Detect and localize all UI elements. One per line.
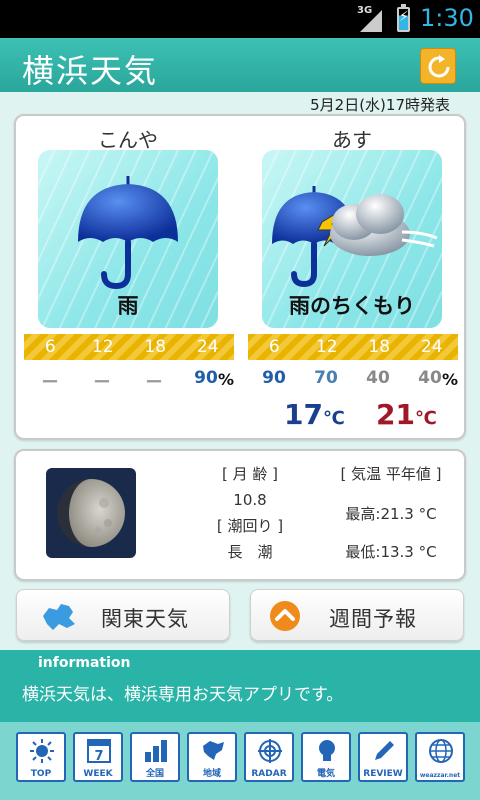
precip-value: ー [145,373,163,393]
pencil-icon [375,741,394,760]
information-heading: information [38,655,131,671]
moon-age-label: [ 月 齢 ] [221,465,278,483]
today-label: こんや [98,128,158,152]
precip-value: ー [41,373,59,393]
refresh-icon [428,55,450,78]
normal-temp-label: [ 気温 平年値 ] [340,465,442,483]
nav-top[interactable]: TOP [16,732,66,782]
today-weather-text: 雨 [117,294,139,318]
moon-age-value: 10.8 [233,491,267,509]
tomorrow-weather-card[interactable]: 雨のちくもり [262,150,442,328]
chevron-up-icon [270,601,300,631]
weekly-button-label: 週間予報 [329,607,417,631]
calendar-icon: 7 [87,739,111,764]
hour-label: 6 [268,337,280,357]
hour-label: 18 [144,337,167,357]
percent-unit: % [218,370,235,389]
moon-info-panel: [ 月 齢 ] 10.8 [ 潮回り ] 長 潮 [ 気温 平年値 ] 最高:2… [14,449,466,581]
nav-review[interactable]: REVIEW [358,732,408,782]
precip-value: 70 [314,368,338,388]
hour-label: 24 [420,337,443,357]
hour-label: 18 [368,337,391,357]
kanto-weather-button[interactable]: 関東天気 [16,589,230,641]
bar-chart-icon [145,740,167,762]
svg-text:7: 7 [94,749,103,764]
nav-radar[interactable]: RADAR [244,732,294,782]
precip-value: 40 [366,368,390,388]
umbrella-icon [78,176,178,290]
tomorrow-precip-row: 90 70 40 40 [248,368,456,392]
percent-unit: % [442,370,459,389]
clock: 1:30 [420,4,474,32]
signal-icon [360,10,382,32]
normal-high: 最高:21.3 °C [345,505,437,523]
nav-region[interactable]: 地域 [187,732,237,782]
tomorrow-high-temp: 21℃ [376,398,437,431]
app-title: 横浜天気 [22,52,159,90]
moon-phase-image [46,468,136,558]
forecast-panel: こんや あす 雨 雨のちくもり 6 12 18 24 6 12 18 24 ー … [14,114,466,440]
tomorrow-label: あす [332,128,372,152]
hour-label: 12 [315,337,338,357]
radar-icon [258,739,282,763]
tomorrow-weather-text: 雨のちくもり [289,294,415,318]
nav-website[interactable]: weazzar.net [415,732,465,782]
sun-icon [30,739,54,763]
tomorrow-hours-strip: 6 12 18 24 [248,334,458,360]
charging-icon: ⚡ [399,9,409,25]
precip-value: 90 [262,368,286,388]
hour-label: 6 [44,337,56,357]
normal-low: 最低:13.3 °C [345,543,437,561]
today-precip-row: ー ー ー 90 [24,368,232,393]
tomorrow-low-temp: 17℃ [284,398,345,431]
refresh-button[interactable] [420,48,456,84]
moon-icon [57,479,125,547]
nav-week[interactable]: 7 WEEK [73,732,123,782]
lightbulb-icon [319,740,335,761]
nav-electricity[interactable]: 電気 [301,732,351,782]
app-header: 横浜天気 [0,38,480,92]
kanto-map-icon [43,604,75,630]
status-bar: 3G ⚡ 1:30 [0,0,480,38]
precip-value: ー [93,373,111,393]
hour-label: 24 [196,337,219,357]
kanto-button-label: 関東天気 [101,607,189,631]
hokkaido-map-icon [203,741,224,760]
issued-time: 5月2日(水)17時発表 [310,96,450,114]
nav-national[interactable]: 全国 [130,732,180,782]
weekly-forecast-button[interactable]: 週間予報 [250,589,464,641]
hour-label: 12 [91,337,114,357]
today-weather-card[interactable]: 雨 [38,150,218,328]
tide-label: [ 潮回り ] [216,517,284,535]
bottom-navigation: TOP 7 WEEK 全国 地域 RADAR 電気 REVIEW weazzar… [0,722,480,800]
tide-value: 長 潮 [227,543,273,561]
globe-icon [429,739,453,763]
information-banner: information 横浜天気は、横浜専用お天気アプリです。 [0,650,480,722]
today-hours-strip: 6 12 18 24 [24,334,234,360]
umbrella-cloud-icon [272,186,438,288]
information-message: 横浜天気は、横浜専用お天気アプリです。 [22,685,344,705]
